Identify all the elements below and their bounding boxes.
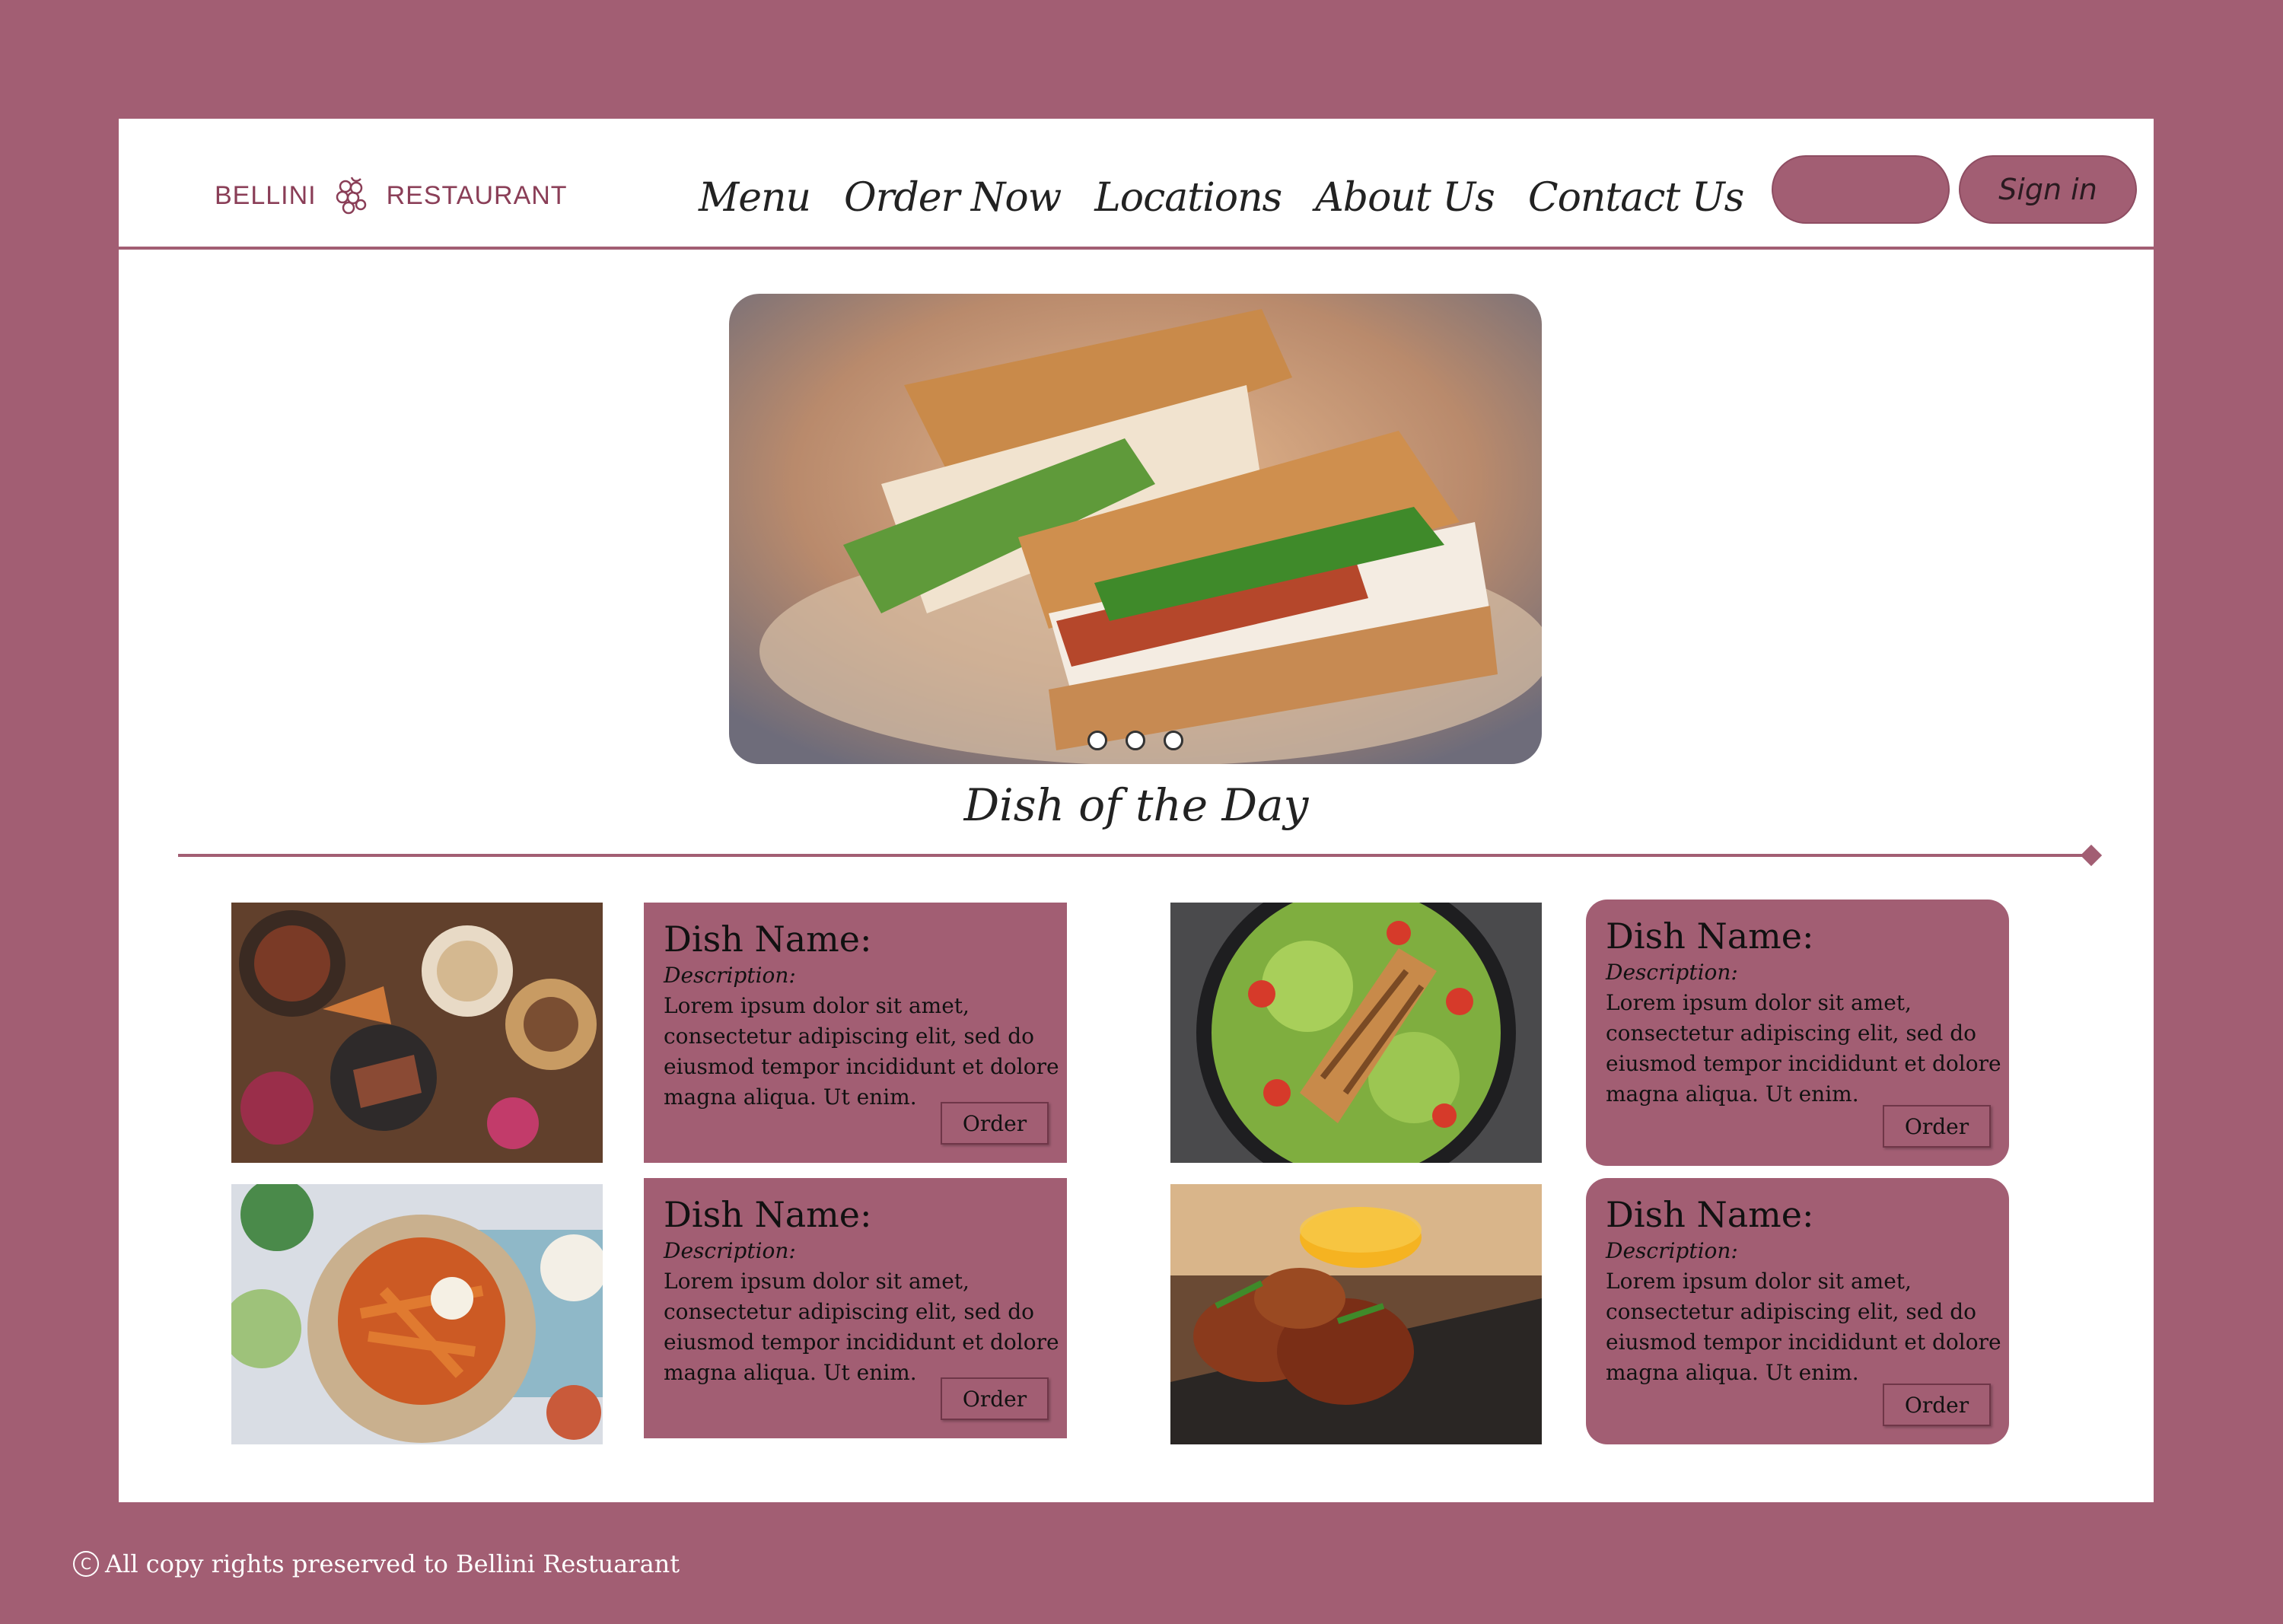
- order-button[interactable]: Order: [941, 1102, 1049, 1145]
- sandwich-photo: [729, 294, 1542, 764]
- dish-description: Lorem ipsum dolor sit amet, consectetur …: [1606, 1269, 2001, 1385]
- dish-name: Dish Name:: [1606, 1194, 1814, 1235]
- main-nav: Menu Order Now Locations About Us Contac…: [682, 161, 1760, 234]
- dish-name: Dish Name:: [664, 919, 872, 960]
- divider-diamond: [2080, 844, 2103, 867]
- steak-platter-photo: [231, 903, 603, 1163]
- carousel-dots: [729, 731, 1542, 750]
- chicken-salad-photo: [1170, 903, 1542, 1163]
- dish-description-label: Description:: [1606, 960, 1738, 985]
- dish-name: Dish Name:: [1606, 915, 1814, 957]
- blank-pill-button[interactable]: [1772, 155, 1950, 224]
- sign-in-button[interactable]: Sign in: [1959, 155, 2137, 224]
- sweet-potato-fries-photo: [231, 1184, 603, 1444]
- nav-item-menu[interactable]: Menu: [682, 161, 827, 234]
- order-button[interactable]: Order: [1883, 1105, 1991, 1148]
- nav-item-locations[interactable]: Locations: [1078, 161, 1298, 234]
- dish-description-label: Description:: [664, 1238, 796, 1263]
- nav-item-contact-us[interactable]: Contact Us: [1511, 161, 1761, 234]
- nav-item-order-now[interactable]: Order Now: [827, 161, 1078, 234]
- dish-card-2: Dish Name: Description: Lorem ipsum dolo…: [1586, 900, 2009, 1166]
- chicken-wings-photo: [1170, 1184, 1542, 1444]
- carousel-dot-1[interactable]: [1087, 731, 1107, 750]
- hero-carousel[interactable]: [729, 294, 1542, 764]
- dish-description: Lorem ipsum dolor sit amet, consectetur …: [664, 993, 1059, 1110]
- order-button[interactable]: Order: [941, 1377, 1049, 1420]
- brand-name-right: RESTAURANT: [386, 180, 568, 210]
- dish-card-3: Dish Name: Description: Lorem ipsum dolo…: [644, 1178, 1067, 1438]
- dish-card-1: Dish Name: Description: Lorem ipsum dolo…: [644, 903, 1067, 1163]
- brand-logo[interactable]: BELLINI RESTAURANT: [215, 169, 568, 222]
- dish-description: Lorem ipsum dolor sit amet, consectetur …: [1606, 990, 2001, 1107]
- dish-description: Lorem ipsum dolor sit amet, consectetur …: [664, 1269, 1059, 1385]
- dish-image-1[interactable]: [231, 903, 603, 1163]
- footer: C All copy rights preserved to Bellini R…: [73, 1549, 680, 1578]
- footer-text: All copy rights preserved to Bellini Res…: [105, 1549, 680, 1578]
- carousel-dot-2[interactable]: [1126, 731, 1145, 750]
- dish-of-the-day-title: Dish of the Day: [963, 779, 1309, 831]
- grape-cluster-icon: [336, 177, 366, 215]
- dish-image-2[interactable]: [1170, 903, 1542, 1163]
- dish-image-4[interactable]: [1170, 1184, 1542, 1444]
- dish-description-label: Description:: [664, 963, 796, 988]
- copyright-icon: C: [73, 1551, 99, 1577]
- dish-name: Dish Name:: [664, 1194, 872, 1235]
- carousel-dot-3[interactable]: [1164, 731, 1183, 750]
- header-divider: [119, 247, 2154, 250]
- order-button[interactable]: Order: [1883, 1384, 1991, 1426]
- section-divider: [178, 854, 2091, 857]
- dish-description-label: Description:: [1606, 1238, 1738, 1263]
- page-frame: BELLINI RESTAURANT Menu Order Now Locati…: [119, 119, 2154, 1502]
- brand-name-left: BELLINI: [215, 180, 317, 210]
- dish-image-3[interactable]: [231, 1184, 603, 1444]
- nav-item-about-us[interactable]: About Us: [1298, 161, 1511, 234]
- dish-card-4: Dish Name: Description: Lorem ipsum dolo…: [1586, 1178, 2009, 1444]
